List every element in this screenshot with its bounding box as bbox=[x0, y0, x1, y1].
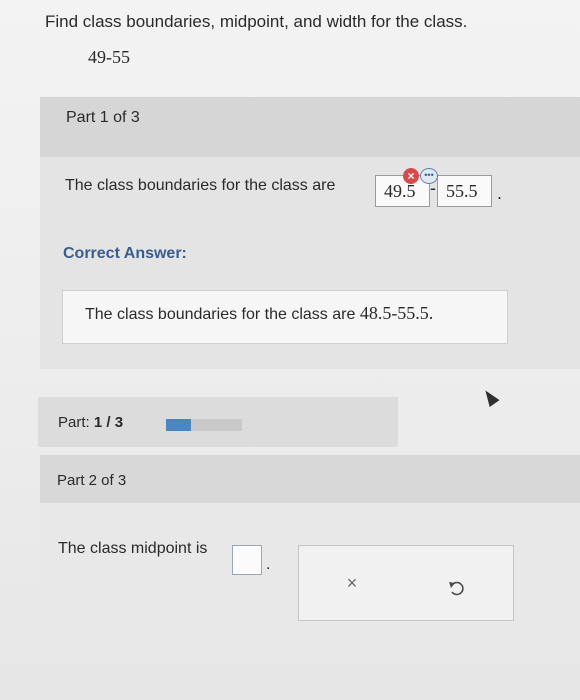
correct-answer-box: The class boundaries for the class are 4… bbox=[62, 290, 508, 344]
part2-statement: The class midpoint is bbox=[58, 540, 208, 557]
midpoint-input[interactable] bbox=[232, 545, 262, 575]
clear-icon[interactable]: × bbox=[341, 572, 363, 594]
x-circle-icon: × bbox=[403, 168, 419, 184]
part1-period: . bbox=[497, 183, 503, 203]
correct-answer-statement: The class boundaries for the class are bbox=[85, 306, 356, 323]
class-interval: 49-55 bbox=[88, 47, 130, 67]
progress-current: 1 / 3 bbox=[93, 414, 124, 431]
mouse-pointer-icon bbox=[480, 387, 500, 407]
problem-page: Find class boundaries, midpoint, and wid… bbox=[0, 0, 580, 700]
correct-answer-label: Correct Answer: bbox=[63, 245, 187, 262]
part1-header: Part 1 of 3 bbox=[40, 97, 580, 157]
progress-label: Part: 1 / 3 bbox=[58, 414, 123, 431]
question-prompt: Find class boundaries, midpoint, and wid… bbox=[45, 12, 468, 31]
progress-bar bbox=[166, 419, 242, 431]
more-options-icon[interactable]: ••• bbox=[420, 168, 438, 184]
progress-prefix: Part: bbox=[58, 414, 90, 431]
undo-icon-graphic bbox=[449, 581, 464, 596]
part1-statement: The class boundaries for the class are bbox=[65, 177, 336, 194]
part2-period: . bbox=[266, 556, 271, 573]
progress-bar-fill bbox=[166, 419, 192, 431]
progress-indicator: Part: 1 / 3 bbox=[38, 397, 398, 447]
upper-boundary-input[interactable]: 55.5 bbox=[437, 175, 492, 207]
correct-answer-text: The class boundaries for the class are 4… bbox=[85, 303, 433, 324]
part2-header: Part 2 of 3 bbox=[40, 455, 580, 503]
answer-action-panel bbox=[298, 545, 514, 621]
undo-icon[interactable] bbox=[447, 578, 467, 598]
correct-answer-value: 48.5-55.5. bbox=[359, 303, 434, 323]
